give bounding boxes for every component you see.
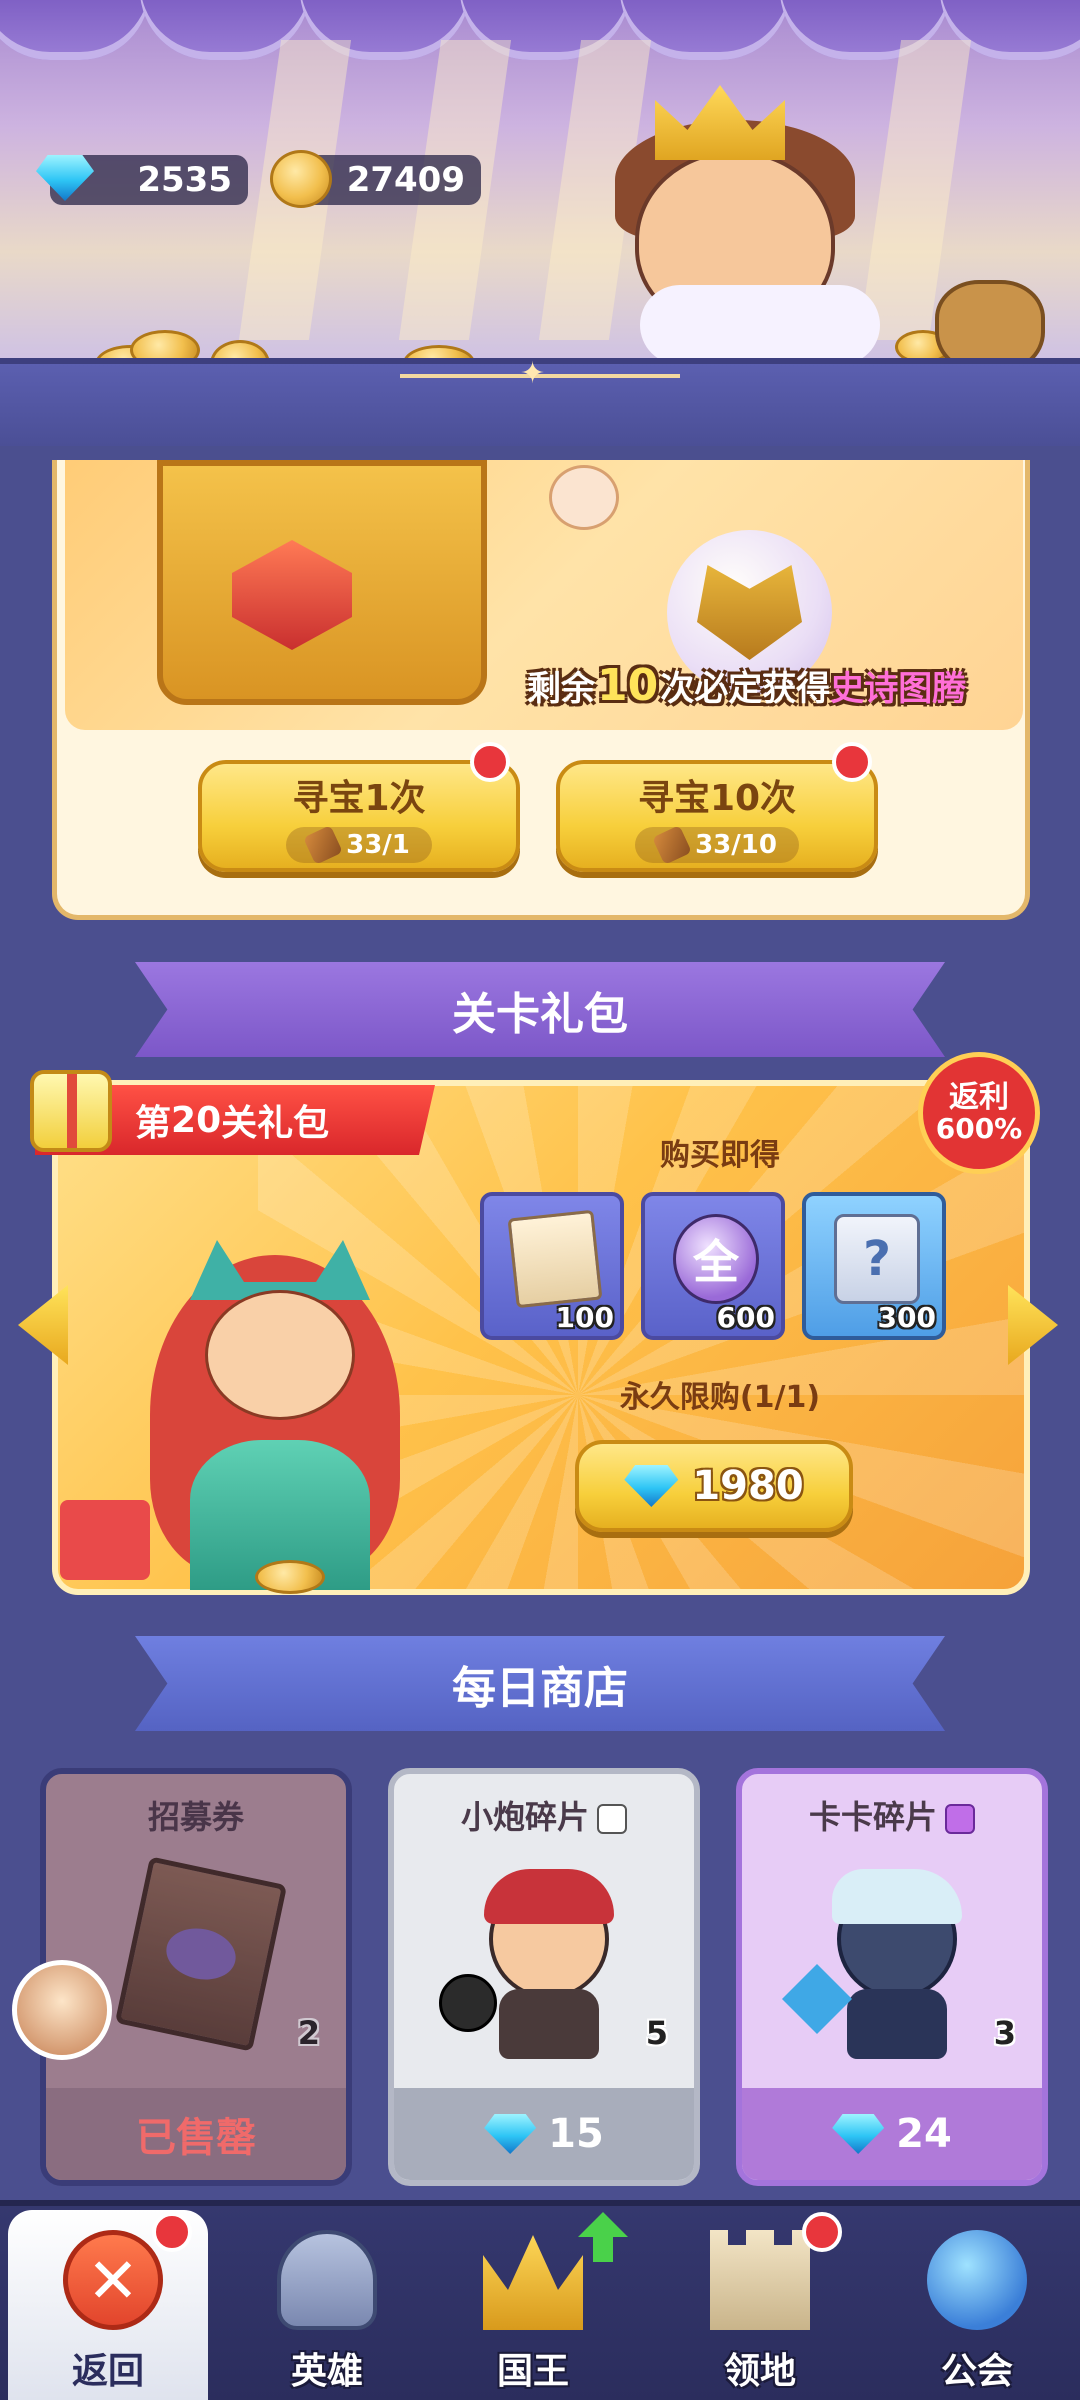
banner-ledge: ✦ <box>0 356 1080 446</box>
instant-reward-label: 购买即得 <box>660 1138 780 1173</box>
pack-title-suffix: 关礼包 <box>221 1103 330 1144</box>
coin-count: 27409 <box>346 160 465 200</box>
item-quantity: 100 <box>555 1301 614 1334</box>
buy-pack-button[interactable]: 1980 <box>575 1440 853 1532</box>
shop-card-kaka-shard[interactable]: 卡卡碎片 3 24 <box>736 1768 1048 2186</box>
hero-body <box>499 1989 599 2059</box>
close-icon: ✕ <box>63 2230 163 2330</box>
crown-icon <box>483 2235 583 2330</box>
all-orb-icon: 全 <box>673 1214 759 1304</box>
pity-prefix: 剩余 <box>527 669 595 709</box>
king-cape <box>640 285 880 365</box>
gift-box-icon <box>60 1500 150 1580</box>
nav-label: 返回 <box>71 2351 144 2392</box>
hunt-ten-cost: 33/10 <box>635 825 799 865</box>
shop-item-count: 5 <box>645 2014 668 2052</box>
shop-item-name: 卡卡碎片 <box>808 1798 937 1836</box>
mystery-scroll-icon: ? <box>834 1214 920 1304</box>
hammer-icon <box>303 825 344 865</box>
puzzle-piece-icon <box>945 1804 975 1834</box>
bomb-icon <box>439 1974 497 2032</box>
gift-icon <box>30 1070 112 1152</box>
reward-item-ticket[interactable]: 100 <box>480 1192 624 1340</box>
hunt-once-cost: 33/1 <box>286 825 432 865</box>
curtain-scallop <box>0 0 150 60</box>
ninja-hair <box>832 1869 962 1924</box>
scroll-glyph: ? <box>863 1231 891 1287</box>
planet-icon <box>927 2230 1027 2330</box>
hammer-icon <box>652 825 692 865</box>
shop-item-price: 15 <box>394 2088 694 2180</box>
floating-avatar-button[interactable] <box>12 1960 112 2060</box>
item-quantity: 600 <box>716 1301 775 1334</box>
nav-label: 英雄 <box>290 2351 363 2392</box>
hunt-ten-label: 寻宝10次 <box>637 778 797 819</box>
shop-item-status: 已售罄 <box>46 2088 346 2180</box>
mermaid-face <box>205 1290 355 1420</box>
shop-item-name-row: 卡卡碎片 <box>742 1792 1042 1838</box>
puzzle-piece-icon <box>597 1804 627 1834</box>
notification-dot <box>802 2212 842 2252</box>
rebate-badge: 返利 600% <box>918 1052 1040 1174</box>
hunt-once-cost-value: 33/1 <box>346 830 410 860</box>
cat-mask-icon <box>549 465 619 530</box>
nav-label: 国王 <box>496 2351 569 2392</box>
sparkle-icon: ✦ <box>520 356 546 391</box>
diamond-icon <box>624 1465 679 1507</box>
pity-counter-text: 剩余 10 次必定获得 史诗图腾 <box>527 660 1025 720</box>
gem-count: 2535 <box>137 160 232 200</box>
helmet-icon <box>277 2230 377 2330</box>
hunt-ten-button[interactable]: 寻宝10次 33/10 <box>556 760 878 872</box>
shop-item-count: 3 <box>993 2014 1016 2052</box>
pack-price: 1980 <box>692 1463 804 1509</box>
hero-body <box>847 1989 947 2059</box>
bandana-icon <box>484 1869 614 1924</box>
shop-item-price: 24 <box>742 2088 1042 2180</box>
hunt-ten-cost-value: 33/10 <box>695 830 777 860</box>
next-pack-arrow[interactable] <box>1008 1285 1058 1365</box>
reward-item-scroll[interactable]: ? 300 <box>802 1192 946 1340</box>
section-title: 每日商店 <box>452 1662 628 1714</box>
gold-coin-icon <box>270 150 332 208</box>
nav-label: 领地 <box>723 2351 796 2392</box>
recruit-ticket-icon <box>507 1209 603 1309</box>
notification-dot <box>470 742 510 782</box>
sold-out-label: 已售罄 <box>136 2115 256 2161</box>
pity-mid: 次必定获得 <box>660 669 831 709</box>
hunt-once-button[interactable]: 寻宝1次 33/1 <box>198 760 520 872</box>
pack-stage-number: 20 <box>171 1099 222 1141</box>
section-title: 关卡礼包 <box>452 988 628 1040</box>
nav-heroes[interactable]: 英雄 <box>222 2210 432 2400</box>
diamond-icon <box>832 2114 885 2154</box>
shop-card-cannon-shard[interactable]: 小炮碎片 5 15 <box>388 1768 700 2186</box>
item-quantity: 300 <box>877 1301 936 1334</box>
notification-dot <box>152 2212 192 2252</box>
section-ribbon-daily-shop: 每日商店 <box>135 1636 945 1731</box>
section-ribbon-stage-pack: 关卡礼包 <box>135 962 945 1057</box>
shop-item-name: 小炮碎片 <box>460 1798 589 1836</box>
purchase-limit-label: 永久限购(1/1) <box>619 1380 821 1415</box>
reward-item-orb[interactable]: 全 600 <box>641 1192 785 1340</box>
rebate-value: 600% <box>935 1112 1023 1146</box>
shop-item-name-row: 小炮碎片 <box>394 1792 694 1838</box>
blade-icon <box>782 1964 852 2034</box>
prev-pack-arrow[interactable] <box>18 1285 68 1365</box>
nav-guild[interactable]: 公会 <box>872 2210 1080 2400</box>
pity-reward: 史诗图腾 <box>830 669 967 709</box>
price-value: 24 <box>896 2111 952 2157</box>
orb-glyph: 全 <box>693 1235 739 1289</box>
hunt-once-label: 寻宝1次 <box>292 778 426 819</box>
castle-icon <box>710 2230 810 2330</box>
pack-title-prefix: 第 <box>135 1103 172 1144</box>
pity-count: 10 <box>597 660 659 711</box>
rebate-label: 返利 <box>949 1080 1009 1116</box>
nav-label: 公会 <box>940 2351 1013 2392</box>
diamond-icon <box>484 2114 537 2154</box>
coin-pile-icon <box>255 1560 325 1594</box>
notification-dot <box>832 742 872 782</box>
price-value: 15 <box>548 2111 604 2157</box>
